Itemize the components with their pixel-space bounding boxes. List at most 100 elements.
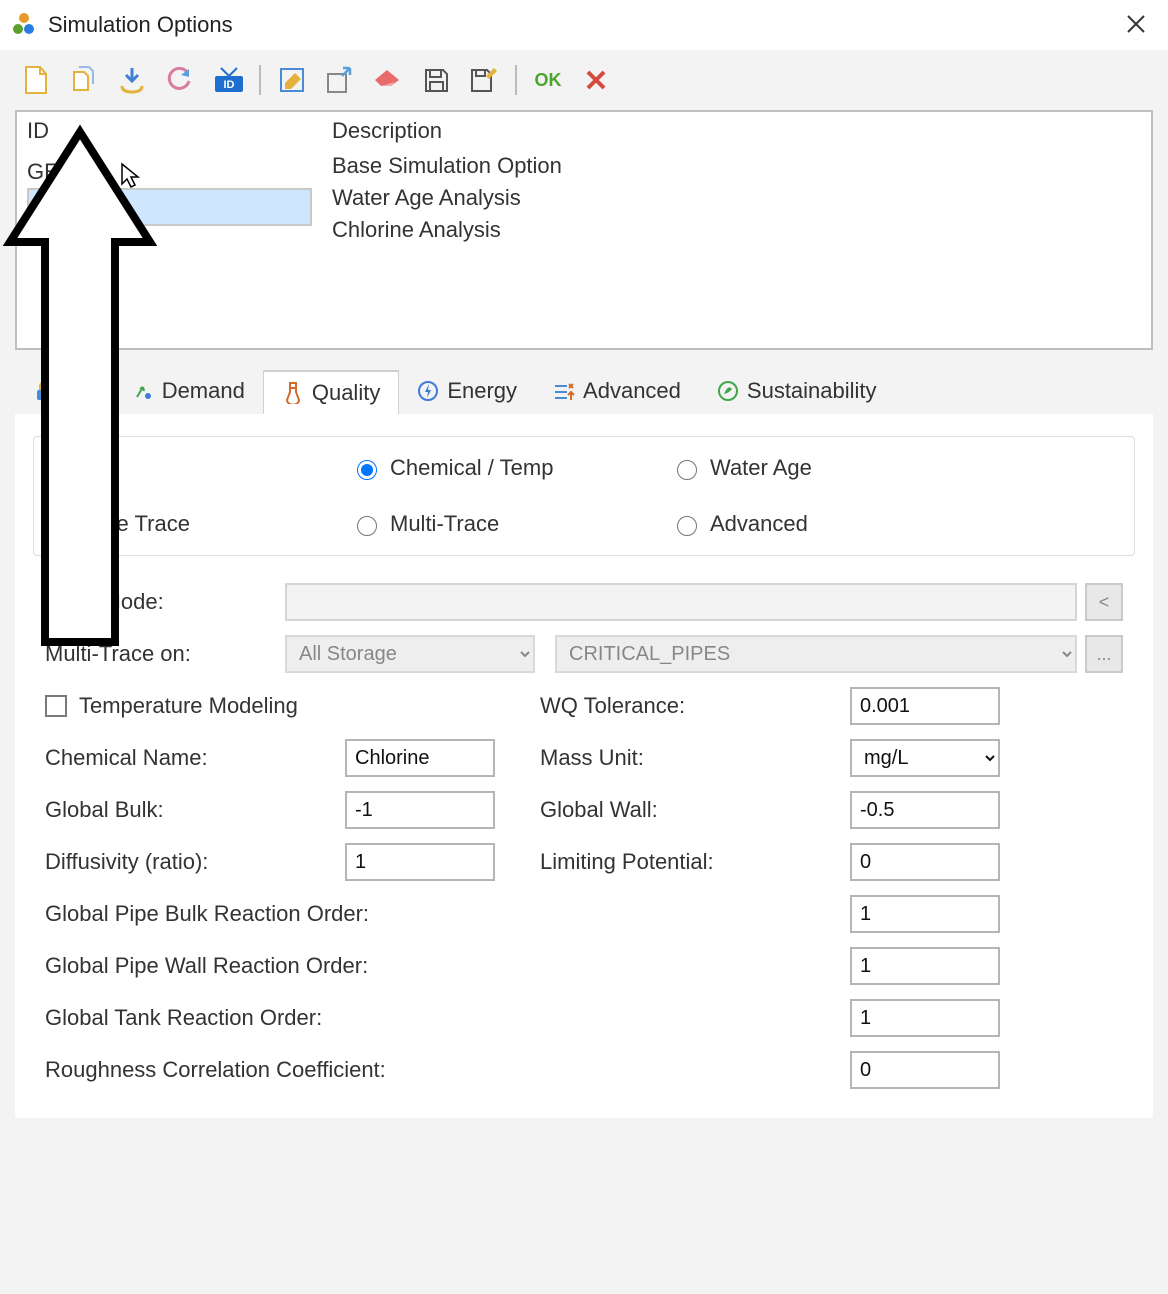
global-wall-input[interactable] xyxy=(850,791,1000,829)
tab-general[interactable]: eral xyxy=(15,370,114,414)
tab-label: Sustainability xyxy=(747,378,877,404)
quality-type-group: n ne urce Trace Chemical / Temp Multi-Tr… xyxy=(33,436,1135,556)
global-bulk-input[interactable] xyxy=(345,791,495,829)
tab-sustainability[interactable]: Sustainability xyxy=(699,370,895,414)
close-icon xyxy=(1126,14,1146,34)
edit-button[interactable] xyxy=(271,59,313,101)
save-as-icon xyxy=(469,67,499,93)
sustainability-icon xyxy=(717,380,739,402)
radio-water-age[interactable]: Water Age xyxy=(672,455,1116,481)
lock-icon xyxy=(33,380,55,402)
temperature-modeling-checkbox[interactable]: Temperature Modeling xyxy=(45,693,298,719)
pipe-bulk-order-input[interactable] xyxy=(850,895,1000,933)
save-button[interactable] xyxy=(415,59,457,101)
options-list[interactable]: ID GE Description Base Simulation Option… xyxy=(15,110,1153,350)
roughness-corr-input[interactable] xyxy=(850,1051,1000,1089)
duplicate-button[interactable] xyxy=(63,59,105,101)
limiting-potential-label: Limiting Potential: xyxy=(540,849,850,875)
trace-node-pick-button: < xyxy=(1085,583,1123,621)
new-file-icon xyxy=(23,65,49,95)
wq-tolerance-input[interactable] xyxy=(850,687,1000,725)
chemical-name-label: Chemical Name: xyxy=(45,745,345,771)
cursor-icon xyxy=(120,162,144,190)
pipe-bulk-order-label: Global Pipe Bulk Reaction Order: xyxy=(45,901,850,927)
trace-node-input xyxy=(285,583,1077,621)
tab-advanced[interactable]: Advanced xyxy=(535,370,699,414)
toolbar: ID OK xyxy=(0,50,1168,110)
erase-button[interactable] xyxy=(367,59,409,101)
toolbar-sep-1 xyxy=(259,65,261,95)
list-row-desc[interactable]: Water Age Analysis xyxy=(332,182,1141,214)
window-title: Simulation Options xyxy=(48,12,233,38)
copy-file-icon xyxy=(69,65,99,95)
save-as-button[interactable] xyxy=(463,59,505,101)
svg-text:ID: ID xyxy=(224,79,235,91)
tab-demand[interactable]: Demand xyxy=(114,370,263,414)
demand-icon xyxy=(132,380,154,402)
tab-energy[interactable]: Energy xyxy=(399,370,535,414)
toolbar-sep-2 xyxy=(515,65,517,95)
export-button[interactable] xyxy=(319,59,361,101)
cancel-button[interactable] xyxy=(575,59,617,101)
tab-label: eral xyxy=(59,378,96,404)
list-row[interactable]: GE xyxy=(27,156,312,188)
radio-multi-trace[interactable]: Multi-Trace xyxy=(352,511,672,537)
quality-panel: n ne urce Trace Chemical / Temp Multi-Tr… xyxy=(15,414,1153,1118)
mass-unit-label: Mass Unit: xyxy=(540,745,850,771)
tab-label: Quality xyxy=(312,380,380,406)
limiting-potential-input[interactable] xyxy=(850,843,1000,881)
pipe-wall-order-label: Global Pipe Wall Reaction Order: xyxy=(45,953,850,979)
pipe-wall-order-input[interactable] xyxy=(850,947,1000,985)
radio-none[interactable]: ne xyxy=(52,455,352,481)
group-header: n xyxy=(44,423,72,449)
multitrace-pipes-select: CRITICAL_PIPES xyxy=(555,635,1077,673)
mass-unit-select[interactable]: mg/L xyxy=(850,739,1000,777)
tab-label: Demand xyxy=(162,378,245,404)
id-tag-button[interactable]: ID xyxy=(207,59,249,101)
title-bar: Simulation Options xyxy=(0,0,1168,50)
tank-order-input[interactable] xyxy=(850,999,1000,1037)
multitrace-more-button: ... xyxy=(1085,635,1123,673)
app-logo-icon xyxy=(10,10,40,40)
diffusivity-input[interactable] xyxy=(345,843,495,881)
multitrace-storage-select: All Storage xyxy=(285,635,535,673)
import-button[interactable] xyxy=(111,59,153,101)
id-tag-icon: ID xyxy=(213,66,243,94)
energy-icon xyxy=(417,380,439,402)
tab-label: Energy xyxy=(447,378,517,404)
list-row-desc[interactable]: Chlorine Analysis xyxy=(332,214,1141,246)
radio-advanced[interactable]: Advanced xyxy=(672,511,1116,537)
cancel-x-icon xyxy=(586,70,606,90)
global-wall-label: Global Wall: xyxy=(540,797,850,823)
wq-tolerance-label: WQ Tolerance: xyxy=(540,693,850,719)
roughness-corr-label: Roughness Correlation Coefficient: xyxy=(45,1057,850,1083)
export-icon xyxy=(326,66,354,94)
tab-quality[interactable]: Quality xyxy=(263,370,399,414)
global-bulk-label: Global Bulk: xyxy=(45,797,345,823)
refresh-icon xyxy=(167,67,193,93)
list-row[interactable] xyxy=(27,188,312,226)
quality-icon xyxy=(282,382,304,404)
new-button[interactable] xyxy=(15,59,57,101)
edit-icon xyxy=(279,67,305,93)
trace-node-label: Node: xyxy=(45,589,285,615)
advanced-icon xyxy=(553,380,575,402)
chemical-name-input[interactable] xyxy=(345,739,495,777)
window-close-button[interactable] xyxy=(1114,4,1158,46)
list-header-id: ID xyxy=(27,118,312,144)
radio-source-trace[interactable]: urce Trace xyxy=(52,511,352,537)
radio-chemical-temp[interactable]: Chemical / Temp xyxy=(352,455,672,481)
list-header-description: Description xyxy=(332,118,1141,144)
tank-order-label: Global Tank Reaction Order: xyxy=(45,1005,850,1031)
multitrace-label: Multi-Trace on: xyxy=(45,641,285,667)
tab-label: Advanced xyxy=(583,378,681,404)
tab-bar: eral Demand Quality Energy Advanced Sust… xyxy=(15,370,1153,414)
save-icon xyxy=(423,67,449,93)
refresh-button[interactable] xyxy=(159,59,201,101)
ok-button[interactable]: OK xyxy=(527,59,569,101)
checkbox-box xyxy=(45,695,67,717)
import-icon xyxy=(118,66,146,94)
list-row-desc[interactable]: Base Simulation Option xyxy=(332,150,1141,182)
quality-form: Node: < Multi-Trace on: All Storage CRIT… xyxy=(15,566,1153,1106)
diffusivity-label: Diffusivity (ratio): xyxy=(45,849,345,875)
